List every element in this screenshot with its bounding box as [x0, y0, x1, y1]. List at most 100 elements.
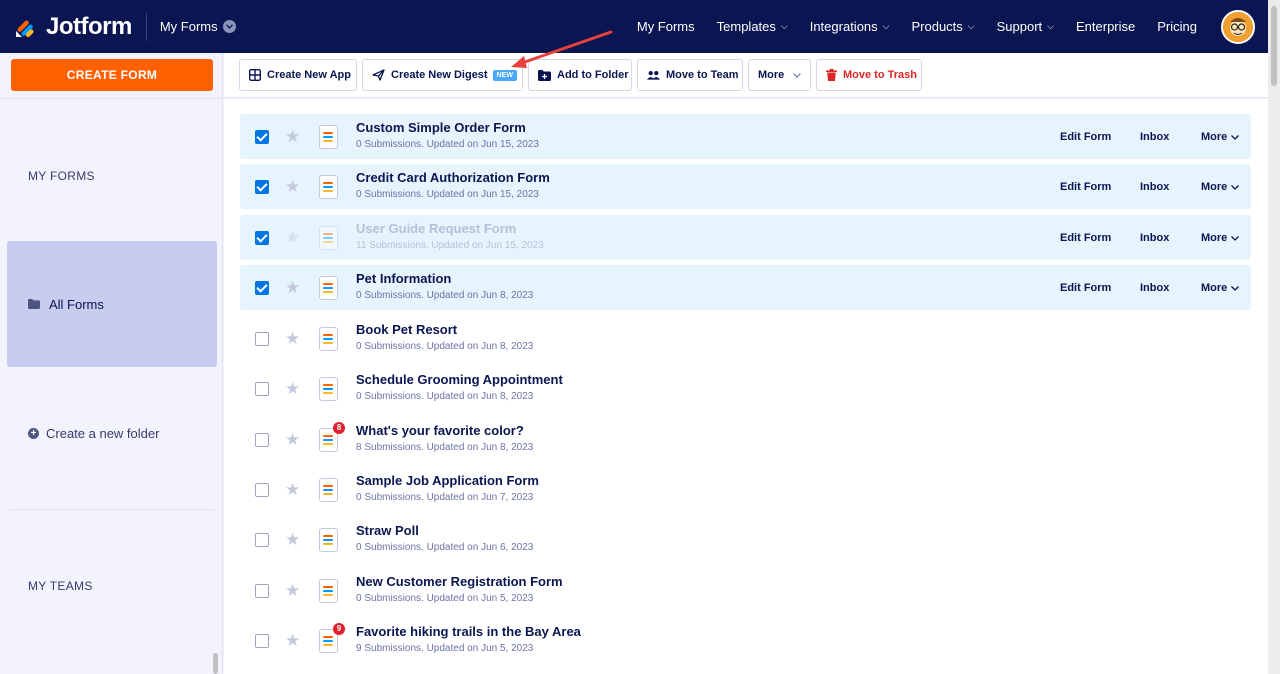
form-checkbox[interactable] — [255, 280, 269, 295]
add-to-folder-button[interactable]: Add to Folder — [528, 59, 632, 91]
form-title[interactable]: Favorite hiking trails in the Bay Area — [356, 624, 581, 639]
move-to-team-button[interactable]: Move to Team — [637, 59, 743, 91]
form-row[interactable]: ★ New Customer Registration Form 0 Submiss… — [240, 568, 1251, 613]
form-row[interactable]: ★ Sample Job Application Form 0 Submission… — [240, 467, 1251, 512]
star-icon[interactable]: ★ — [285, 380, 300, 397]
inbox-button[interactable]: Inbox — [1140, 181, 1169, 193]
form-text[interactable]: Custom Simple Order Form 0 Submissions. U… — [356, 120, 539, 150]
star-icon[interactable]: ★ — [285, 279, 300, 296]
form-text[interactable]: User Guide Request Form 11 Submissions. U… — [356, 221, 544, 251]
form-title[interactable]: Pet Information — [356, 271, 533, 286]
form-checkbox[interactable] — [255, 129, 269, 144]
form-text[interactable]: Book Pet Resort 0 Submissions. Updated on… — [356, 322, 533, 352]
nav-templates[interactable]: Templates ⌵ — [717, 19, 788, 34]
star-icon[interactable]: ★ — [285, 582, 300, 599]
form-text[interactable]: New Customer Registration Form 0 Submissi… — [356, 574, 563, 604]
form-text[interactable]: Favorite hiking trails in the Bay Area 9 … — [356, 624, 581, 654]
jotform-logo[interactable]: Jotform — [14, 13, 132, 41]
star-icon[interactable]: ★ — [285, 229, 300, 246]
form-title[interactable]: Custom Simple Order Form — [356, 120, 539, 135]
form-text[interactable]: Credit Card Authorization Form 0 Submissi… — [356, 170, 550, 200]
star-icon[interactable]: ★ — [285, 178, 300, 195]
edit-form-button[interactable]: Edit Form — [1060, 131, 1111, 143]
star-icon[interactable]: ★ — [285, 330, 300, 347]
form-row[interactable]: ★ 8 What's your favorite color? 8 Submissio… — [240, 417, 1251, 462]
form-text[interactable]: What's your favorite color? 8 Submissions… — [356, 423, 533, 453]
form-row[interactable]: ★ Schedule Grooming Appointment 0 Submissi… — [240, 366, 1251, 411]
form-icon-line — [323, 236, 333, 239]
create-new-app-button[interactable]: Create New App — [239, 59, 357, 91]
row-more-dropdown[interactable]: More — [1201, 181, 1240, 193]
form-row[interactable]: ★ Pet Information 0 Submissions. Updated o… — [240, 265, 1251, 310]
form-row[interactable]: ★ Book Pet Resort 0 Submissions. Updated o… — [240, 316, 1251, 361]
edit-form-button[interactable]: Edit Form — [1060, 232, 1111, 244]
form-icon-line — [323, 185, 333, 188]
form-title[interactable]: What's your favorite color? — [356, 423, 533, 438]
form-checkbox[interactable] — [255, 331, 269, 346]
inbox-button[interactable]: Inbox — [1140, 282, 1169, 294]
nav-my-forms[interactable]: My Forms — [637, 19, 695, 34]
page-scrollbar[interactable] — [1268, 0, 1280, 674]
form-checkbox[interactable] — [255, 381, 269, 396]
user-avatar[interactable] — [1221, 9, 1255, 44]
form-icon-line — [323, 438, 333, 441]
page-scrollbar-thumb[interactable] — [1271, 6, 1277, 86]
move-to-trash-button[interactable]: Move to Trash — [816, 59, 922, 91]
form-title[interactable]: New Customer Registration Form — [356, 574, 563, 589]
chevron-down-icon — [793, 69, 802, 81]
form-title[interactable]: Straw Poll — [356, 523, 533, 538]
inbox-button[interactable]: Inbox — [1140, 131, 1169, 143]
form-title[interactable]: Schedule Grooming Appointment — [356, 372, 563, 387]
form-checkbox[interactable] — [255, 230, 269, 245]
form-row[interactable]: ★ 9 Favorite hiking trails in the Bay Area… — [240, 618, 1251, 663]
my-forms-switcher[interactable]: My Forms — [160, 19, 236, 34]
form-checkbox[interactable] — [255, 179, 269, 194]
nav-enterprise[interactable]: Enterprise — [1076, 19, 1135, 34]
nav-products[interactable]: Products ⌵ — [911, 19, 974, 34]
form-document-icon — [319, 124, 338, 149]
form-row[interactable]: ★ User Guide Request Form 11 Submissions. … — [240, 215, 1251, 260]
sidebar-scrollbar-thumb[interactable] — [213, 653, 218, 674]
form-text[interactable]: Sample Job Application Form 0 Submissions… — [356, 473, 539, 503]
sidebar-item-all-forms[interactable]: All Forms — [7, 241, 217, 367]
row-more-dropdown[interactable]: More — [1201, 282, 1240, 294]
form-checkbox[interactable] — [255, 432, 269, 447]
star-icon[interactable]: ★ — [285, 128, 300, 145]
star-icon[interactable]: ★ — [285, 431, 300, 448]
jotform-logo-icon — [14, 15, 38, 39]
row-more-dropdown[interactable]: More — [1201, 232, 1240, 244]
form-title[interactable]: User Guide Request Form — [356, 221, 544, 236]
edit-form-button[interactable]: Edit Form — [1060, 181, 1111, 193]
form-title[interactable]: Book Pet Resort — [356, 322, 533, 337]
nav-link-label: Products — [911, 19, 963, 34]
form-checkbox[interactable] — [255, 532, 269, 547]
star-icon[interactable]: ★ — [285, 632, 300, 649]
form-checkbox[interactable] — [255, 583, 269, 598]
form-row[interactable]: ★ Custom Simple Order Form 0 Submissions. … — [240, 114, 1251, 159]
nav-support[interactable]: Support ⌵ — [997, 19, 1054, 34]
form-row[interactable]: ★ Credit Card Authorization Form 0 Submiss… — [240, 164, 1251, 209]
form-row[interactable]: ★ Straw Poll 0 Submissions. Updated on Jun… — [240, 517, 1251, 562]
form-text[interactable]: Schedule Grooming Appointment 0 Submissio… — [356, 372, 563, 402]
form-title[interactable]: Sample Job Application Form — [356, 473, 539, 488]
form-title[interactable]: Credit Card Authorization Form — [356, 170, 550, 185]
form-document-icon — [319, 578, 338, 603]
inbox-button[interactable]: Inbox — [1140, 232, 1169, 244]
form-text[interactable]: Straw Poll 0 Submissions. Updated on Jun … — [356, 523, 533, 553]
star-icon[interactable]: ★ — [285, 531, 300, 548]
nav-pricing[interactable]: Pricing — [1157, 19, 1197, 34]
form-text[interactable]: Pet Information 0 Submissions. Updated on… — [356, 271, 533, 301]
nav-integrations[interactable]: Integrations ⌵ — [810, 19, 890, 34]
star-icon[interactable]: ★ — [285, 481, 300, 498]
create-new-digest-button[interactable]: Create New Digest NEW — [362, 59, 523, 91]
form-checkbox[interactable] — [255, 633, 269, 648]
form-icon-line — [323, 643, 333, 646]
more-actions-dropdown[interactable]: More — [748, 59, 811, 91]
folder-add-icon — [538, 69, 551, 82]
row-more-dropdown[interactable]: More — [1201, 131, 1240, 143]
edit-form-button[interactable]: Edit Form — [1060, 282, 1111, 294]
create-form-button[interactable]: CREATE FORM — [11, 59, 213, 91]
form-icon-line — [323, 542, 333, 545]
create-folder-button[interactable]: + Create a new folder — [28, 426, 159, 441]
form-checkbox[interactable] — [255, 482, 269, 497]
